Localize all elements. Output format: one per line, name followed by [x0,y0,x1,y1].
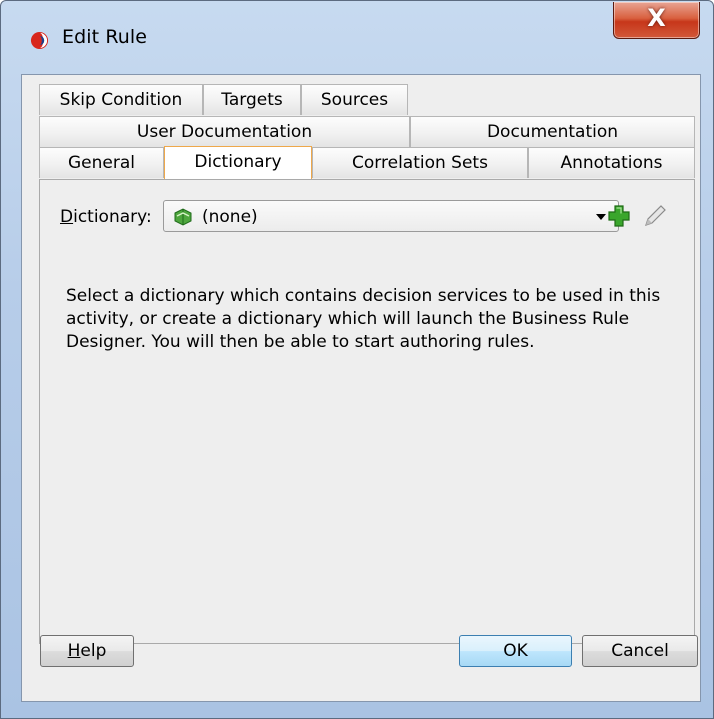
tab-documentation[interactable]: Documentation [410,116,695,147]
dialog-body: Skip Condition Targets Sources User Docu… [21,74,701,702]
tab-general[interactable]: General [39,147,164,178]
help-button[interactable]: Help [40,635,134,667]
app-icon [30,31,49,50]
cancel-button[interactable]: Cancel [582,635,698,667]
edit-dictionary-button[interactable] [642,203,668,229]
tab-user-documentation[interactable]: User Documentation [39,116,410,147]
help-mnemonic: H [67,641,81,661]
tab-annotations[interactable]: Annotations [528,147,695,178]
dictionary-label: Dictionary: [60,207,152,227]
close-button[interactable]: X [613,2,700,39]
help-label-rest: elp [80,641,107,661]
title-bar: Edit Rule X [1,1,713,75]
tab-sources[interactable]: Sources [301,84,408,115]
chevron-down-icon[interactable] [596,214,606,220]
dictionary-select[interactable]: (none) [163,200,619,232]
tab-dictionary[interactable]: Dictionary [164,146,312,179]
dictionary-label-rest: ictionary: [73,207,152,227]
close-icon: X [647,4,666,32]
window-title: Edit Rule [62,26,148,48]
pencil-icon [645,205,666,226]
add-dictionary-button[interactable] [607,204,631,228]
description-text: Select a dictionary which contains decis… [66,286,661,352]
ok-button[interactable]: OK [459,635,572,667]
dictionary-label-mnemonic: D [60,207,74,227]
tab-targets[interactable]: Targets [203,84,301,115]
dictionary-book-icon [174,208,192,226]
tab-skip-condition[interactable]: Skip Condition [39,84,203,115]
dictionary-select-value: (none) [202,207,258,227]
tab-content-panel [39,179,695,644]
tab-correlation-sets[interactable]: Correlation Sets [312,147,528,178]
edit-rule-dialog: Edit Rule X Skip Condition Targets Sourc… [0,0,714,719]
